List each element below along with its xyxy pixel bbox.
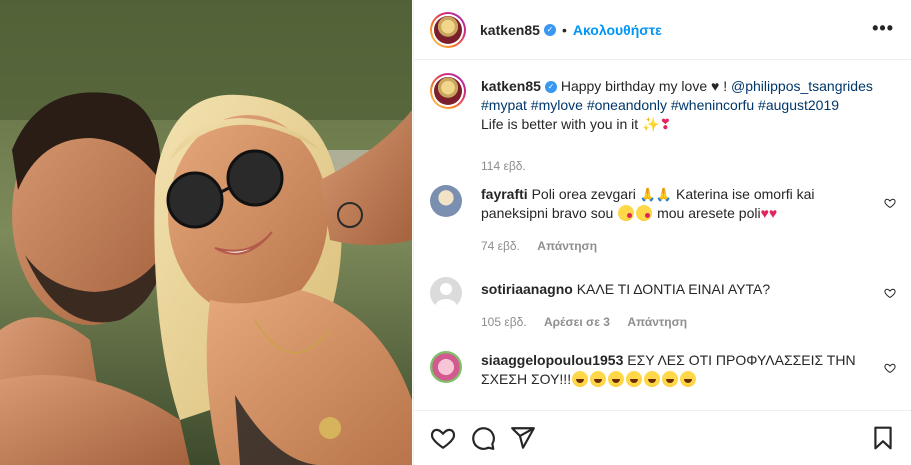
like-comment-icon[interactable] <box>884 287 896 299</box>
post-photo[interactable] <box>0 0 412 465</box>
action-bar <box>414 410 911 465</box>
commenter-avatar[interactable] <box>430 351 462 383</box>
more-options-icon[interactable]: ••• <box>872 18 894 39</box>
comment-username[interactable]: siaaggelopoulou1953 <box>481 352 623 368</box>
comment-age[interactable]: 105 εβδ. <box>481 315 527 329</box>
caption-text: katken85 ✓ Happy birthday my love ♥ ! @ph… <box>481 77 896 134</box>
comment-username[interactable]: fayrafti <box>481 186 528 202</box>
comment-text: sotiriaanagno ΚΑΛΕ ΤΙ ΔΟΝΤΙΑ ΕΙΝΑΙ ΑΥΤΑ? <box>481 280 868 299</box>
author-avatar[interactable] <box>430 11 466 48</box>
reply-button[interactable]: Απάντηση <box>537 239 597 253</box>
comment-likes[interactable]: Αρέσει σε 3 <box>544 315 610 329</box>
like-comment-icon[interactable] <box>884 197 896 209</box>
bookmark-icon[interactable] <box>870 425 896 451</box>
caption-age[interactable]: 114 εβδ. <box>481 159 526 173</box>
comment-icon[interactable] <box>470 425 496 451</box>
default-avatar-icon[interactable] <box>430 277 462 309</box>
red-heart-emoji: ♥ <box>760 205 769 221</box>
separator-dot: • <box>561 21 567 38</box>
kiss-emoji <box>618 205 635 221</box>
comment-age[interactable]: 74 εβδ. <box>481 239 520 253</box>
caption-mention[interactable]: @philippos_tsangrides <box>731 78 873 94</box>
comment-item: siaaggelopoulou1953 ΕΣΥ ΛΕΣ ΟΤΙ ΠΡΟΦΥΛΑΣ… <box>430 351 896 401</box>
comment-username[interactable]: sotiriaanagno <box>481 281 573 297</box>
author-username[interactable]: katken85 <box>480 22 540 38</box>
laughing-emoji <box>644 371 661 387</box>
red-heart-emoji: ♥ <box>768 205 778 221</box>
comment-item: sotiriaanagno ΚΑΛΕ ΤΙ ΔΟΝΤΙΑ ΕΙΝΑΙ ΑΥΤΑ?… <box>430 277 896 329</box>
reply-button[interactable]: Απάντηση <box>627 315 687 329</box>
comments-list[interactable]: katken85 ✓ Happy birthday my love ♥ ! @ph… <box>414 61 911 410</box>
comment-text: fayrafti Poli orea zevgari 🙏🙏 Katerina i… <box>481 185 868 223</box>
caption-body: Happy birthday my love ♥ ! <box>560 78 731 94</box>
caption: katken85 ✓ Happy birthday my love ♥ ! @ph… <box>430 73 896 173</box>
follow-button[interactable]: Ακολουθήστε <box>573 22 662 38</box>
post-image <box>0 0 412 465</box>
laughing-emoji <box>680 371 697 387</box>
caption-line2: Life is better with you in it <box>481 116 639 132</box>
verified-icon: ✓ <box>543 23 556 36</box>
like-comment-icon[interactable] <box>884 362 896 374</box>
post-header: katken85 ✓ • Ακολουθήστε ••• <box>414 0 911 60</box>
heart-icon[interactable] <box>430 425 456 451</box>
laughing-emoji <box>608 371 625 387</box>
caption-avatar[interactable] <box>430 73 466 109</box>
pray-emoji: 🙏🙏 <box>639 187 673 202</box>
laughing-emoji <box>572 371 589 387</box>
caption-username[interactable]: katken85 <box>481 78 541 94</box>
verified-icon: ✓ <box>544 81 557 94</box>
comment-text: siaaggelopoulou1953 ΕΣΥ ΛΕΣ ΟΤΙ ΠΡΟΦΥΛΑΣ… <box>481 351 868 389</box>
sparkle-heart-emoji: ✨❣ <box>642 116 672 132</box>
commenter-avatar[interactable] <box>430 185 462 217</box>
laughing-emoji <box>626 371 643 387</box>
comment-body-c: mou aresete poli <box>653 205 761 221</box>
caption-meta: 114 εβδ. <box>481 159 540 173</box>
author-avatar-image <box>434 15 462 44</box>
comment-meta: 105 εβδ. Αρέσει σε 3 Απάντηση <box>481 315 701 329</box>
post-panel: katken85 ✓ • Ακολουθήστε ••• katken85 ✓ H… <box>413 0 911 465</box>
laughing-emoji <box>590 371 607 387</box>
comment-meta: 74 εβδ. Απάντηση <box>481 239 611 253</box>
share-icon[interactable] <box>510 425 536 451</box>
comment-body-a: Poli orea zevgari <box>531 186 640 202</box>
kiss-emoji <box>636 205 653 221</box>
laughing-emoji <box>662 371 679 387</box>
caption-hashtags[interactable]: #mypat #mylove #oneandonly #whenincorfu … <box>481 97 839 113</box>
comment-body: ΚΑΛΕ ΤΙ ΔΟΝΤΙΑ ΕΙΝΑΙ ΑΥΤΑ? <box>576 281 771 297</box>
comment-item: fayrafti Poli orea zevgari 🙏🙏 Katerina i… <box>430 185 896 257</box>
